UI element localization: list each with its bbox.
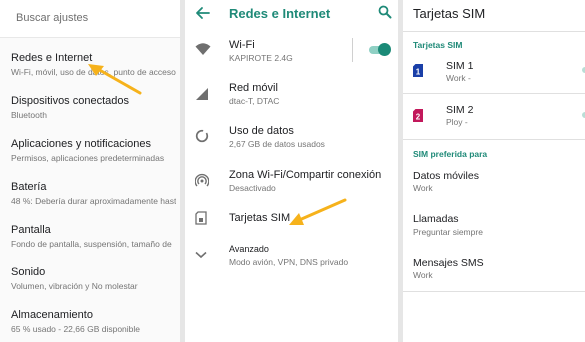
pref-item-title: Mensajes SMS	[413, 257, 484, 269]
network-item-title: Wi-Fi	[229, 39, 255, 51]
network-panel: Redes e Internet Wi-Fi KAPIROTE 2.4G Red…	[185, 0, 398, 342]
settings-item-apps[interactable]: Aplicaciones y notificaciones Permisos, …	[11, 138, 176, 163]
divider	[403, 291, 585, 292]
page-title: Redes e Internet	[229, 6, 331, 21]
settings-item-title: Sonido	[11, 266, 46, 278]
settings-panel: Buscar ajustes Redes e Internet Wi-Fi, m…	[0, 0, 180, 342]
settings-item-subtitle: 65 % usado - 22,66 GB disponible	[11, 324, 141, 334]
sim-card-title: SIM 1	[446, 60, 474, 72]
network-item-data-usage[interactable]: Uso de datos 2,67 GB de datos usados	[185, 121, 398, 157]
wifi-toggle[interactable]	[367, 43, 391, 57]
settings-item-subtitle: Permisos, aplicaciones predeterminadas	[11, 153, 165, 163]
app-bar: Redes e Internet	[185, 0, 398, 28]
back-arrow-icon[interactable]	[195, 5, 211, 21]
settings-item-title: Redes e Internet	[11, 52, 93, 64]
network-item-title: Tarjetas SIM	[229, 212, 291, 224]
signal-icon	[196, 88, 208, 100]
network-item-subtitle: KAPIROTE 2.4G	[229, 53, 293, 63]
pref-item-subtitle: Preguntar siempre	[413, 227, 483, 237]
settings-item-subtitle: Fondo de pantalla, suspensión, tamaño de	[11, 239, 172, 249]
network-item-subtitle: 2,67 GB de datos usados	[229, 139, 325, 149]
divider	[403, 139, 585, 140]
page-title: Tarjetas SIM	[413, 6, 486, 21]
settings-item-battery[interactable]: Batería 48 %: Debería durar aproximadame…	[11, 181, 176, 206]
settings-item-title: Pantalla	[11, 224, 51, 236]
divider	[352, 38, 353, 62]
settings-item-sound[interactable]: Sonido Volumen, vibración y No molestar	[11, 266, 176, 291]
wifi-icon	[195, 43, 211, 55]
hotspot-icon	[195, 173, 209, 187]
sim-card-subtitle: Ploy -	[446, 117, 468, 127]
pref-item-title: Datos móviles	[413, 170, 479, 182]
sim-2-icon: 2	[413, 109, 423, 122]
settings-item-title: Almacenamiento	[11, 309, 93, 321]
sim-1-icon: 1	[413, 64, 423, 77]
network-item-title: Avanzado	[229, 244, 269, 254]
network-item-subtitle: Modo avión, VPN, DNS privado	[229, 257, 349, 267]
settings-item-storage[interactable]: Almacenamiento 65 % usado - 22,66 GB dis…	[11, 309, 176, 334]
search-bar[interactable]: Buscar ajustes	[0, 0, 180, 38]
chevron-down-icon	[195, 251, 207, 259]
network-item-advanced[interactable]: Avanzado Modo avión, VPN, DNS privado	[185, 242, 398, 272]
settings-item-subtitle: Wi-Fi, móvil, uso de datos, punto de acc…	[11, 67, 176, 77]
network-item-subtitle: dtac-T, DTAC	[229, 96, 280, 106]
settings-item-connected-devices[interactable]: Dispositivos conectados Bluetooth	[11, 95, 176, 120]
settings-item-title: Batería	[11, 181, 47, 193]
settings-item-display[interactable]: Pantalla Fondo de pantalla, suspensión, …	[11, 224, 176, 249]
network-item-hotspot[interactable]: Zona Wi-Fi/Compartir conexión Desactivad…	[185, 164, 398, 200]
settings-item-subtitle: 48 %: Debería durar aproximadamente hast…	[11, 196, 176, 206]
network-item-title: Zona Wi-Fi/Compartir conexión	[229, 169, 382, 181]
sim-panel: Tarjetas SIM Tarjetas SIM 1 SIM 1 Work -…	[403, 0, 585, 342]
network-item-title: Red móvil	[229, 82, 278, 94]
sim-card-icon	[195, 211, 207, 225]
data-usage-icon	[195, 129, 209, 143]
network-item-subtitle: Desactivado	[229, 183, 276, 193]
svg-text:2: 2	[416, 113, 421, 122]
sim-card-title: SIM 2	[446, 104, 474, 116]
divider	[403, 93, 585, 94]
pref-item-title: Llamadas	[413, 213, 459, 225]
divider	[403, 31, 585, 32]
pref-item-subtitle: Work	[413, 183, 433, 193]
network-item-sim-cards[interactable]: Tarjetas SIM	[185, 206, 398, 230]
settings-item-subtitle: Volumen, vibración y No molestar	[11, 281, 138, 291]
sim-card-subtitle: Work -	[446, 73, 471, 83]
section-header: SIM preferida para	[413, 149, 488, 159]
settings-item-subtitle: Bluetooth	[11, 110, 47, 120]
network-item-mobile[interactable]: Red móvil dtac-T, DTAC	[185, 78, 398, 114]
search-placeholder: Buscar ajustes	[16, 12, 89, 24]
pref-item-subtitle: Work	[413, 270, 433, 280]
settings-item-title: Dispositivos conectados	[11, 95, 130, 107]
settings-item-title: Aplicaciones y notificaciones	[11, 138, 152, 150]
network-item-title: Uso de datos	[229, 125, 294, 137]
search-icon[interactable]	[378, 5, 392, 19]
settings-item-network[interactable]: Redes e Internet Wi-Fi, móvil, uso de da…	[11, 52, 176, 77]
section-header: Tarjetas SIM	[413, 40, 463, 50]
svg-text:1: 1	[416, 68, 421, 77]
